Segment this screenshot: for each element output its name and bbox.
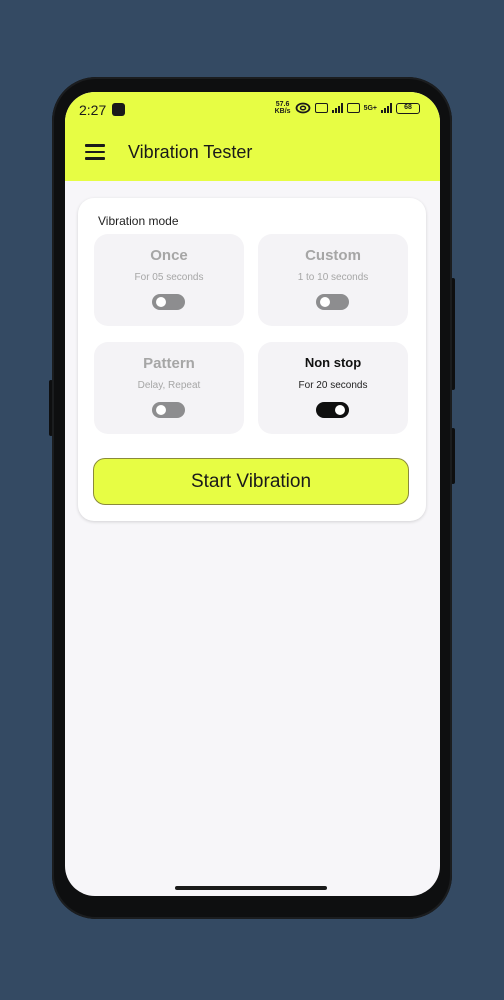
network-speed: 57.6 KB/s: [274, 101, 291, 115]
mode-toggle[interactable]: [316, 294, 349, 310]
phone-screen: 2:27 57.6 KB/s 5G+ 68 Vibration Tester V…: [65, 92, 440, 896]
mode-title: Custom: [305, 247, 361, 264]
toggle-knob: [156, 297, 166, 307]
toggle-knob: [335, 405, 345, 415]
mode-toggle[interactable]: [152, 402, 185, 418]
signal-bars-2-icon: [381, 103, 392, 113]
home-indicator[interactable]: [175, 886, 327, 890]
mode-subtitle: Delay, Repeat: [137, 380, 201, 391]
mode-once[interactable]: Once For 05 seconds: [94, 234, 244, 326]
mode-pattern[interactable]: Pattern Delay, Repeat: [94, 342, 244, 434]
network-type: 5G+: [363, 104, 377, 112]
mode-subtitle: For 20 seconds: [298, 380, 368, 391]
volte-2-icon: [346, 103, 360, 113]
mode-subtitle: For 05 seconds: [134, 272, 204, 283]
status-icons: 57.6 KB/s 5G+ 68: [275, 101, 420, 115]
mode-toggle[interactable]: [316, 402, 349, 418]
vibration-mode-label: Vibration mode: [98, 214, 179, 228]
hamburger-menu-icon[interactable]: [85, 144, 105, 160]
toggle-knob: [156, 405, 166, 415]
signal-bars-icon: [331, 103, 343, 113]
toggle-knob: [320, 297, 330, 307]
hotspot-icon: [295, 102, 310, 114]
start-vibration-button[interactable]: Start Vibration: [93, 458, 409, 505]
mode-title: Once: [150, 247, 188, 264]
mode-subtitle: 1 to 10 seconds: [297, 272, 369, 283]
mode-title: Non stop: [304, 355, 362, 370]
status-time: 2:27: [79, 102, 107, 118]
mode-title: Pattern: [143, 355, 195, 372]
mode-non-stop[interactable]: Non stop For 20 seconds: [258, 342, 408, 434]
mode-custom[interactable]: Custom 1 to 10 seconds: [258, 234, 408, 326]
volte-icon: [314, 103, 328, 113]
vibration-mode-card: Vibration mode Once For 05 seconds Custo…: [78, 198, 426, 521]
battery-icon: 68: [396, 102, 420, 114]
mode-toggle[interactable]: [152, 294, 185, 310]
app-bar: 2:27 57.6 KB/s 5G+ 68 Vibration Tester: [65, 92, 440, 181]
app-title: Vibration Tester: [128, 142, 253, 162]
notification-icon: [112, 103, 125, 116]
